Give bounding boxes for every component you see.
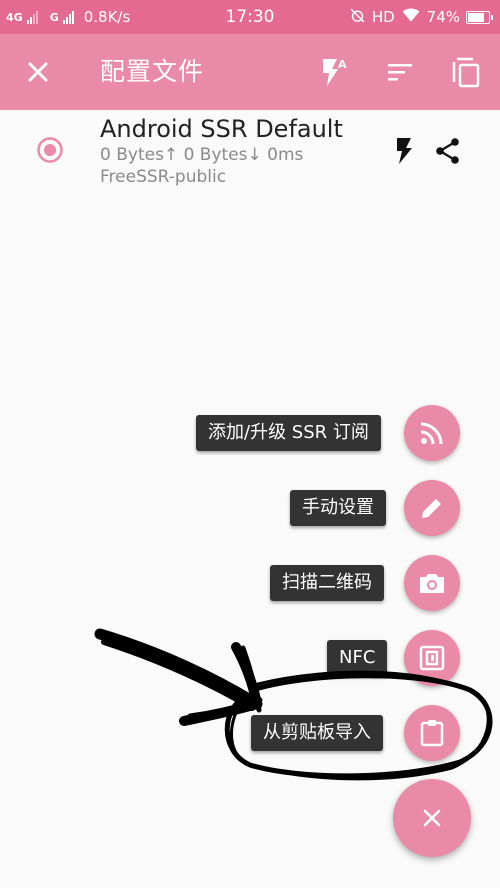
fab-close-button[interactable] [393, 779, 471, 857]
add-subscription-button[interactable] [404, 405, 460, 461]
radio-checked-icon [37, 137, 63, 163]
camera-icon [420, 574, 444, 593]
sort-icon [388, 64, 412, 81]
profile-item[interactable]: Android SSR Default 0 Bytes↑ 0 Bytes↓ 0m… [0, 110, 500, 200]
nfc-icon [419, 645, 445, 671]
flash-auto-icon: A [323, 58, 347, 86]
close-icon [423, 809, 441, 827]
status-right: HD 74% [349, 0, 493, 34]
scan-qr-button[interactable] [404, 555, 460, 611]
close-icon [28, 62, 48, 82]
app-toolbar: 配置文件 A [0, 34, 500, 110]
wifi-icon [401, 7, 421, 27]
share-button[interactable] [431, 134, 465, 168]
copy-icon [452, 57, 480, 88]
flash-icon [397, 138, 412, 164]
annotation-arrow [94, 628, 263, 726]
test-latency-button[interactable] [387, 134, 421, 168]
sort-button[interactable] [374, 46, 426, 98]
profile-group: FreeSSR-public [100, 167, 227, 187]
status-bar: 4G G 0.8K/s 17:30 HD 74% [0, 0, 500, 34]
profile-stats: 0 Bytes↑ 0 Bytes↓ 0ms [100, 145, 304, 165]
import-clipboard-button[interactable] [404, 705, 460, 761]
svg-text:A: A [338, 58, 347, 71]
share-icon [436, 138, 459, 164]
page-title: 配置文件 [100, 57, 205, 86]
fab-label-subscribe[interactable]: 添加/升级 SSR 订阅 [196, 415, 381, 451]
clipboard-icon [420, 720, 444, 747]
battery-icon [466, 10, 493, 24]
manual-settings-button[interactable] [404, 480, 460, 536]
copy-button[interactable] [440, 46, 492, 98]
battery-percent: 74% [426, 8, 460, 26]
pencil-icon [422, 499, 441, 518]
profile-name: Android SSR Default [100, 115, 343, 143]
selected-radio[interactable] [36, 136, 64, 164]
auto-test-button[interactable]: A [308, 46, 360, 98]
nfc-button[interactable] [404, 630, 460, 686]
fab-label-clipboard[interactable]: 从剪贴板导入 [251, 715, 383, 751]
close-button[interactable] [12, 46, 64, 98]
fab-label-manual[interactable]: 手动设置 [290, 490, 386, 526]
fab-label-scan[interactable]: 扫描二维码 [270, 565, 384, 601]
rss-icon [420, 422, 443, 445]
fab-label-nfc[interactable]: NFC [327, 640, 388, 676]
alarm-off-icon [349, 7, 366, 28]
hd-indicator: HD [371, 8, 395, 26]
